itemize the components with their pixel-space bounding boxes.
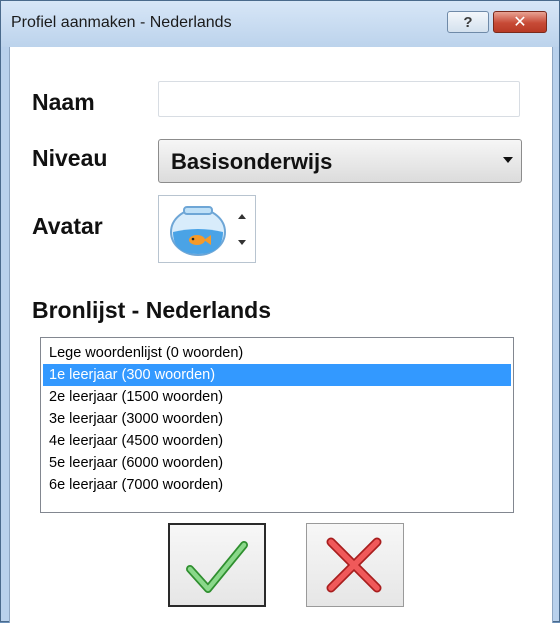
source-list-heading: Bronlijst - Nederlands	[32, 297, 271, 323]
spin-down-icon[interactable]	[238, 240, 246, 245]
level-selected-value: Basisonderwijs	[171, 149, 333, 174]
avatar-picker[interactable]	[158, 195, 256, 263]
help-button[interactable]: ?	[447, 11, 489, 33]
avatar-spinner[interactable]	[233, 198, 253, 260]
window-title: Profiel aanmaken - Nederlands	[11, 14, 232, 31]
level-label: Niveau	[32, 145, 108, 171]
ok-button[interactable]	[168, 523, 266, 607]
dialog-body: Naam Niveau Basisonderwijs Avatar Bronli…	[9, 47, 553, 623]
title-bar[interactable]: Profiel aanmaken - Nederlands ? ✕	[1, 1, 559, 47]
dialog-window: Profiel aanmaken - Nederlands ? ✕ Naam N…	[0, 0, 560, 623]
list-item[interactable]: 2e leerjaar (1500 woorden)	[43, 386, 511, 408]
close-icon: ✕	[513, 14, 527, 31]
cross-icon	[326, 537, 382, 593]
spin-up-icon[interactable]	[238, 214, 246, 219]
source-listbox[interactable]: Lege woordenlijst (0 woorden) 1e leerjaa…	[40, 337, 514, 513]
list-item[interactable]: Lege woordenlijst (0 woorden)	[43, 342, 511, 364]
name-label: Naam	[32, 89, 95, 115]
list-item[interactable]: 4e leerjaar (4500 woorden)	[43, 430, 511, 452]
fishbowl-icon	[170, 206, 226, 256]
list-item[interactable]: 6e leerjaar (7000 woorden)	[43, 474, 511, 496]
cancel-button[interactable]	[306, 523, 404, 607]
chevron-down-icon[interactable]	[503, 157, 513, 163]
avatar-label: Avatar	[32, 213, 103, 239]
list-item-selected[interactable]: 1e leerjaar (300 woorden)	[43, 364, 511, 386]
checkmark-icon	[186, 541, 248, 593]
help-icon: ?	[463, 13, 473, 31]
list-item[interactable]: 5e leerjaar (6000 woorden)	[43, 452, 511, 474]
name-input[interactable]	[158, 81, 520, 117]
level-select[interactable]: Basisonderwijs	[158, 139, 522, 183]
close-button[interactable]: ✕	[493, 11, 547, 33]
list-item[interactable]: 3e leerjaar (3000 woorden)	[43, 408, 511, 430]
